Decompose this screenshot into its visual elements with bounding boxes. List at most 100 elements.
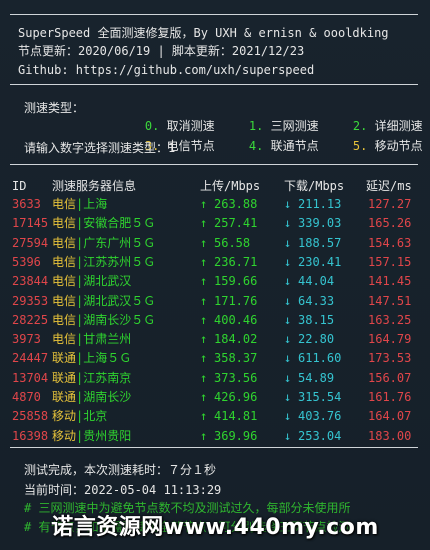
download-arrow-icon: ↓ xyxy=(284,390,292,404)
input-prompt[interactable]: 请输入数字选择测速类型：1 xyxy=(24,139,175,157)
node-location: |湖南长沙５Ｇ xyxy=(76,312,156,327)
table-row: 28225 电信 |湖南长沙５Ｇ ↑ 400.46 ↓ 38.15 163.25 xyxy=(0,311,430,330)
upload-arrow-icon: ↑ xyxy=(200,197,208,211)
table-row: 17145 电信 |安徽合肥５Ｇ ↑ 257.41 ↓ 339.03 165.26 xyxy=(0,214,430,233)
divider xyxy=(10,447,418,448)
upload-speed: 56.58 xyxy=(214,235,251,250)
upload-speed: 236.71 xyxy=(214,254,258,269)
table-row: 29353 电信 |湖北武汉５Ｇ ↑ 171.76 ↓ 64.33 147.51 xyxy=(0,292,430,311)
upload-arrow-icon: ↑ xyxy=(200,312,208,327)
upload-speed: 159.66 xyxy=(214,274,258,289)
latency-value: 157.15 xyxy=(368,254,412,269)
download-speed: 44.04 xyxy=(298,274,335,289)
table-row: 27594 电信 |广东广州５Ｇ ↑ 56.58 ↓ 188.57 154.63 xyxy=(0,234,430,253)
upload-arrow-icon: ↑ xyxy=(200,293,208,308)
isp-name: 电信 xyxy=(52,332,77,347)
script-title: SuperSpeed 全面测速修复版，By UXH & ernisn & ooo… xyxy=(18,26,389,40)
download-speed: 230.41 xyxy=(298,254,342,269)
node-id: 3973 xyxy=(12,332,41,347)
upload-speed: 257.41 xyxy=(214,216,258,231)
upload-arrow-icon: ↑ xyxy=(200,370,208,385)
latency-value: 127.27 xyxy=(368,197,412,211)
latency-value: 141.45 xyxy=(368,274,412,289)
divider xyxy=(10,14,418,15)
download-arrow-icon: ↓ xyxy=(284,293,292,308)
node-id: 28225 xyxy=(12,312,49,327)
menu-option-label: 联通节点 xyxy=(270,139,319,153)
upload-arrow-icon: ↑ xyxy=(200,332,208,347)
download-speed: 253.04 xyxy=(298,428,342,443)
download-arrow-icon: ↓ xyxy=(284,274,292,289)
upload-arrow-icon: ↑ xyxy=(200,254,208,269)
latency-value: 161.76 xyxy=(368,390,412,404)
completion-message: 测试完成，本次测速耗时：７分１秒 xyxy=(24,463,217,477)
node-location: |北京 xyxy=(76,409,108,424)
download-speed: 54.89 xyxy=(298,370,335,385)
download-speed: 22.80 xyxy=(298,332,335,347)
isp-name: 电信 xyxy=(52,235,77,250)
github-link[interactable]: Github: https://github.com/uxh/superspee… xyxy=(18,61,314,79)
isp-name: 电信 xyxy=(52,197,77,211)
table-row: 3633 电信 |上海 ↑ 263.88 ↓ 211.13 127.27 xyxy=(0,195,430,214)
latency-value: 165.26 xyxy=(368,216,412,231)
node-id: 23844 xyxy=(12,274,49,289)
isp-name: 联通 xyxy=(52,390,77,404)
watermark: 诺言资源网www.440my.com xyxy=(51,515,379,540)
node-id: 3633 xyxy=(12,197,41,211)
isp-name: 电信 xyxy=(52,216,77,231)
upload-speed: 426.96 xyxy=(214,390,258,404)
download-arrow-icon: ↓ xyxy=(284,428,292,443)
upload-arrow-icon: ↑ xyxy=(200,351,208,366)
download-arrow-icon: ↓ xyxy=(284,370,292,385)
download-arrow-icon: ↓ xyxy=(284,332,292,347)
download-arrow-icon: ↓ xyxy=(284,197,292,211)
table-row: 3973 电信 |甘肃兰州 ↑ 184.02 ↓ 22.80 164.79 xyxy=(0,330,430,349)
download-arrow-icon: ↓ xyxy=(284,216,292,231)
menu-label: 测速类型： xyxy=(24,101,85,115)
upload-speed: 184.02 xyxy=(214,332,258,347)
download-speed: 315.54 xyxy=(298,390,342,404)
node-id: 24447 xyxy=(12,351,49,366)
upload-speed: 171.76 xyxy=(214,293,258,308)
divider xyxy=(10,84,418,85)
table-row: 5396 电信 |江苏苏州５Ｇ ↑ 236.71 ↓ 230.41 157.15 xyxy=(0,253,430,272)
node-id: 27594 xyxy=(12,235,49,250)
node-location: |江苏苏州５Ｇ xyxy=(76,254,156,269)
menu-option-label: 移动节点 xyxy=(374,139,423,153)
divider xyxy=(10,164,418,165)
node-id: 13704 xyxy=(12,370,49,385)
node-id: 4870 xyxy=(12,390,41,404)
table-row: 23844 电信 |湖北武汉 ↑ 159.66 ↓ 44.04 141.45 xyxy=(0,272,430,291)
table-row: 16398 移动 |贵州贵阳 ↑ 369.96 ↓ 253.04 183.00 xyxy=(0,427,430,446)
isp-name: 电信 xyxy=(52,312,77,327)
menu-option-number: 5. xyxy=(352,139,368,153)
isp-name: 电信 xyxy=(52,254,77,269)
node-id: 16398 xyxy=(12,428,49,443)
isp-name: 联通 xyxy=(52,351,77,366)
node-id: 17145 xyxy=(12,216,49,231)
node-location: |安徽合肥５Ｇ xyxy=(76,216,156,231)
node-location: |广东广州５Ｇ xyxy=(76,235,156,250)
node-location: |甘肃兰州 xyxy=(76,332,132,347)
node-location: |上海 xyxy=(76,197,108,211)
current-time: 当前时间：2022-05-04 11:13:29 xyxy=(24,483,222,497)
upload-arrow-icon: ↑ xyxy=(200,274,208,289)
isp-name: 移动 xyxy=(52,409,77,424)
download-speed: 188.57 xyxy=(298,235,342,250)
column-header-download: 下载/Mbps xyxy=(284,179,345,193)
upload-speed: 414.81 xyxy=(214,409,258,424)
upload-arrow-icon: ↑ xyxy=(200,390,208,404)
download-speed: 403.76 xyxy=(298,409,342,424)
upload-arrow-icon: ↑ xyxy=(200,235,208,250)
node-id: 5396 xyxy=(12,254,41,269)
table-row: 13704 联通 |江苏南京 ↑ 373.56 ↓ 54.89 156.07 xyxy=(0,369,430,388)
isp-name: 电信 xyxy=(52,293,77,308)
latency-value: 156.07 xyxy=(368,370,412,385)
download-arrow-icon: ↓ xyxy=(284,351,292,366)
latency-value: 164.79 xyxy=(368,332,412,347)
node-id: 25858 xyxy=(12,409,49,424)
download-arrow-icon: ↓ xyxy=(284,235,292,250)
column-header-upload: 上传/Mbps xyxy=(200,179,261,193)
isp-name: 移动 xyxy=(52,428,77,443)
column-header-id: ID xyxy=(12,179,27,193)
